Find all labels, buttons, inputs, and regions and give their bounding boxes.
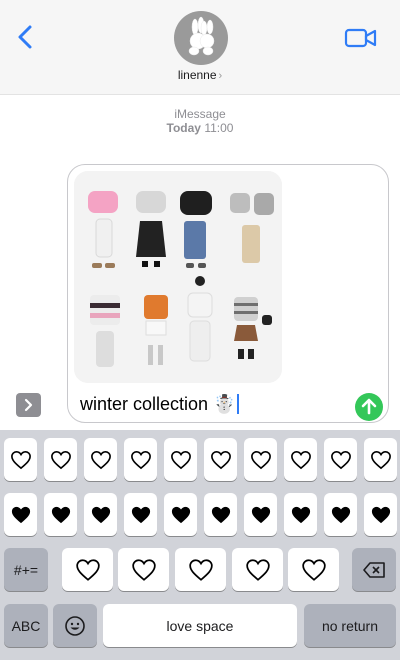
contact-avatar[interactable]: [174, 11, 228, 65]
heart-filled-icon: [211, 506, 230, 523]
space-key[interactable]: love space: [103, 604, 297, 647]
heart-outline-icon: [210, 450, 231, 469]
compose-text-value: winter collection: [80, 394, 209, 414]
conversation-header: linenne ›: [0, 0, 400, 95]
heart-key[interactable]: [364, 493, 397, 536]
heart-outline-icon: [170, 450, 191, 469]
return-key-label: no return: [321, 617, 379, 634]
heart-outline-icon: [330, 450, 351, 469]
bunny-avatar-icon: [188, 16, 215, 56]
heart-key[interactable]: [324, 438, 357, 481]
heart-outline-icon: [301, 558, 326, 581]
heart-key[interactable]: [118, 548, 169, 591]
day-label: Today: [166, 121, 201, 135]
send-button[interactable]: [355, 393, 383, 421]
space-key-label: love space: [166, 617, 234, 634]
heart-key[interactable]: [284, 493, 317, 536]
heart-key[interactable]: [4, 493, 37, 536]
heart-outline-icon: [90, 450, 111, 469]
image-attachment[interactable]: [74, 171, 282, 383]
video-call-button[interactable]: [344, 26, 378, 50]
heart-filled-icon: [171, 506, 190, 523]
heart-key[interactable]: [44, 493, 77, 536]
heart-key[interactable]: [124, 438, 157, 481]
heart-key[interactable]: [164, 438, 197, 481]
heart-key[interactable]: [164, 493, 197, 536]
heart-key[interactable]: [284, 438, 317, 481]
emoji-icon: [65, 615, 85, 636]
heart-key[interactable]: [62, 548, 113, 591]
heart-key[interactable]: [288, 548, 339, 591]
contact-name: linenne: [177, 68, 217, 82]
heart-key[interactable]: [124, 493, 157, 536]
arrow-up-icon: [361, 398, 377, 415]
compose-text[interactable]: winter collection ☃️: [80, 394, 239, 415]
heart-outline-icon: [131, 558, 156, 581]
heart-key[interactable]: [84, 438, 117, 481]
back-button[interactable]: [12, 22, 38, 52]
snowman-emoji: ☃️: [213, 394, 236, 414]
heart-key[interactable]: [175, 548, 226, 591]
backspace-icon: [363, 561, 385, 578]
keyboard: #+= ABC love space no return: [0, 430, 400, 660]
return-key[interactable]: no return: [304, 604, 396, 647]
heart-outline-icon: [130, 450, 151, 469]
abc-key-label: ABC: [11, 617, 41, 634]
heart-key[interactable]: [324, 493, 357, 536]
heart-key[interactable]: [44, 438, 77, 481]
heart-key[interactable]: [364, 438, 397, 481]
heart-outline-icon: [370, 450, 391, 469]
heart-key[interactable]: [204, 493, 237, 536]
heart-outline-icon: [10, 450, 31, 469]
emoji-key[interactable]: [53, 604, 97, 647]
heart-filled-icon: [51, 506, 70, 523]
time-value: 11:00: [204, 121, 234, 135]
message-timestamp: iMessage Today 11:00: [0, 107, 400, 135]
heart-outline-icon: [245, 558, 270, 581]
time-label: Today 11:00: [0, 121, 400, 135]
heart-filled-icon: [331, 506, 350, 523]
heart-filled-icon: [131, 506, 150, 523]
heart-outline-icon: [188, 558, 213, 581]
heart-filled-icon: [371, 506, 390, 523]
heart-filled-icon: [11, 506, 30, 523]
heart-key[interactable]: [232, 548, 283, 591]
heart-outline-icon: [75, 558, 100, 581]
service-label: iMessage: [174, 107, 226, 121]
text-caret: [236, 394, 239, 414]
heart-key[interactable]: [244, 438, 277, 481]
symbols-key[interactable]: #+=: [4, 548, 48, 591]
delete-key[interactable]: [352, 548, 396, 591]
heart-key[interactable]: [84, 493, 117, 536]
heart-filled-icon: [251, 506, 270, 523]
heart-filled-icon: [291, 506, 310, 523]
outfit-collage-image: [74, 171, 282, 383]
contact-name-link[interactable]: linenne ›: [0, 68, 400, 82]
chevron-right-icon: ›: [218, 70, 223, 82]
message-compose-field[interactable]: winter collection ☃️: [67, 164, 389, 423]
symbols-key-label: #+=: [13, 561, 39, 578]
heart-outline-icon: [290, 450, 311, 469]
heart-key[interactable]: [204, 438, 237, 481]
heart-filled-icon: [91, 506, 110, 523]
heart-outline-icon: [250, 450, 271, 469]
heart-key[interactable]: [244, 493, 277, 536]
abc-key[interactable]: ABC: [4, 604, 48, 647]
heart-outline-icon: [50, 450, 71, 469]
apps-button[interactable]: [16, 393, 41, 417]
chevron-right-icon: [24, 398, 33, 412]
heart-key[interactable]: [4, 438, 37, 481]
